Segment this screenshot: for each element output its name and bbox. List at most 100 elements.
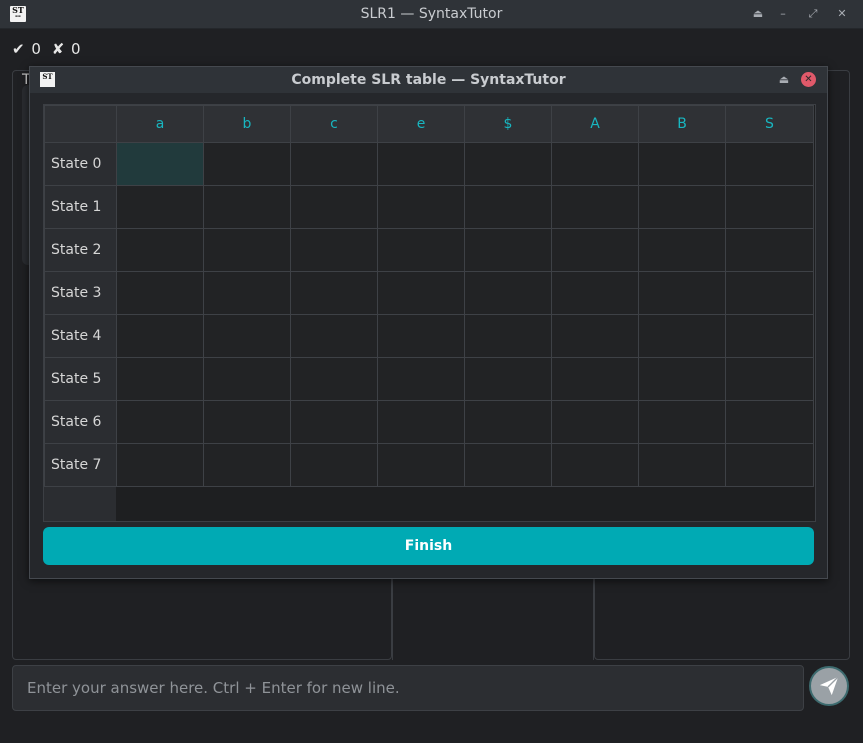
correct-count: 0 (31, 40, 41, 58)
finish-button[interactable]: Finish (43, 527, 814, 565)
table-cell[interactable] (464, 271, 552, 315)
table-cell[interactable] (551, 400, 639, 444)
table-cell[interactable] (638, 314, 726, 358)
table-cell[interactable] (116, 443, 204, 487)
table-cell[interactable] (464, 400, 552, 444)
column-header[interactable]: c (290, 105, 378, 143)
row-header[interactable]: State 5 (44, 357, 117, 401)
table-cell[interactable] (116, 185, 204, 229)
table-cell[interactable] (377, 228, 465, 272)
table-cell[interactable] (116, 314, 204, 358)
table-cell[interactable] (725, 142, 814, 186)
table-cell[interactable] (464, 228, 552, 272)
column-header[interactable]: B (638, 105, 726, 143)
table-cell[interactable] (551, 185, 639, 229)
row-header[interactable]: State 4 (44, 314, 117, 358)
table-cell[interactable] (290, 443, 378, 487)
table-cell[interactable] (551, 443, 639, 487)
table-cell[interactable] (377, 314, 465, 358)
table-cell[interactable] (203, 443, 291, 487)
answer-box[interactable] (12, 665, 804, 711)
row-header[interactable]: State 7 (44, 443, 117, 487)
table-cell[interactable] (551, 228, 639, 272)
table-cell[interactable] (725, 271, 814, 315)
minimize-icon[interactable]: – (775, 6, 791, 22)
table-cell[interactable] (551, 142, 639, 186)
table-cell[interactable] (725, 400, 814, 444)
table-cell[interactable] (116, 400, 204, 444)
table-cell[interactable] (725, 185, 814, 229)
send-icon (819, 676, 839, 696)
row-header[interactable]: State 1 (44, 185, 117, 229)
table-cell[interactable] (464, 443, 552, 487)
answer-input[interactable] (13, 666, 803, 710)
main-titlebar[interactable]: ST ▬▬ SLR1 — SyntaxTutor ⏏ – ⤢ ✕ (0, 0, 863, 29)
table-cell[interactable] (725, 314, 814, 358)
send-button[interactable] (809, 666, 849, 706)
column-header[interactable]: b (203, 105, 291, 143)
table-cell[interactable] (464, 314, 552, 358)
table-cell[interactable] (377, 357, 465, 401)
keep-above-icon[interactable]: ⏏ (750, 6, 766, 22)
close-icon[interactable]: ✕ (834, 6, 850, 22)
table-cell[interactable] (377, 271, 465, 315)
table-cell[interactable] (464, 357, 552, 401)
table-cell[interactable] (290, 357, 378, 401)
table-cell[interactable] (377, 400, 465, 444)
column-header[interactable]: a (116, 105, 204, 143)
dialog-titlebar[interactable]: ST Complete SLR table — SyntaxTutor ⏏ ✕ (30, 67, 827, 93)
table-cell[interactable] (290, 185, 378, 229)
table-cell[interactable] (377, 185, 465, 229)
table-cell[interactable] (203, 357, 291, 401)
table-cell[interactable] (116, 271, 204, 315)
table-cell[interactable] (551, 314, 639, 358)
table-cell[interactable] (203, 314, 291, 358)
row-header[interactable]: State 0 (44, 142, 117, 186)
table-cell[interactable] (638, 228, 726, 272)
table-cell[interactable] (116, 142, 204, 186)
row-header[interactable]: State 2 (44, 228, 117, 272)
column-header[interactable]: S (725, 105, 814, 143)
window-title: SLR1 — SyntaxTutor (360, 6, 503, 22)
column-header[interactable]: A (551, 105, 639, 143)
table-cell[interactable] (551, 357, 639, 401)
table-cell[interactable] (290, 271, 378, 315)
table-corner[interactable] (44, 105, 117, 143)
table-cell[interactable] (638, 142, 726, 186)
table-cell[interactable] (377, 142, 465, 186)
dialog-keep-above-icon[interactable]: ⏏ (776, 72, 792, 88)
table-cell[interactable] (725, 357, 814, 401)
table-cell[interactable] (290, 400, 378, 444)
dialog-title: Complete SLR table — SyntaxTutor (291, 72, 566, 88)
table-cell[interactable] (638, 400, 726, 444)
table-cell[interactable] (551, 271, 639, 315)
table-cell[interactable] (203, 142, 291, 186)
table-cell[interactable] (203, 228, 291, 272)
row-header[interactable]: State 3 (44, 271, 117, 315)
table-cell[interactable] (464, 185, 552, 229)
table-cell[interactable] (290, 228, 378, 272)
table-cell[interactable] (290, 142, 378, 186)
table-cell[interactable] (638, 271, 726, 315)
slr-table: a b c e $ A B S State 0 State 1 State 2 … (44, 105, 814, 487)
table-row: State 0 (44, 142, 814, 186)
table-cell[interactable] (638, 357, 726, 401)
slr-table-container: a b c e $ A B S State 0 State 1 State 2 … (43, 104, 816, 522)
table-cell[interactable] (638, 185, 726, 229)
table-cell[interactable] (203, 271, 291, 315)
table-cell[interactable] (377, 443, 465, 487)
row-header[interactable]: State 6 (44, 400, 117, 444)
table-cell[interactable] (203, 185, 291, 229)
table-cell[interactable] (464, 142, 552, 186)
table-cell[interactable] (203, 400, 291, 444)
table-cell[interactable] (116, 357, 204, 401)
table-cell[interactable] (725, 228, 814, 272)
column-header[interactable]: e (377, 105, 465, 143)
dialog-close-icon[interactable]: ✕ (801, 72, 816, 87)
restore-icon[interactable]: ⤢ (805, 6, 821, 22)
table-cell[interactable] (725, 443, 814, 487)
table-cell[interactable] (116, 228, 204, 272)
table-cell[interactable] (290, 314, 378, 358)
table-cell[interactable] (638, 443, 726, 487)
column-header[interactable]: $ (464, 105, 552, 143)
